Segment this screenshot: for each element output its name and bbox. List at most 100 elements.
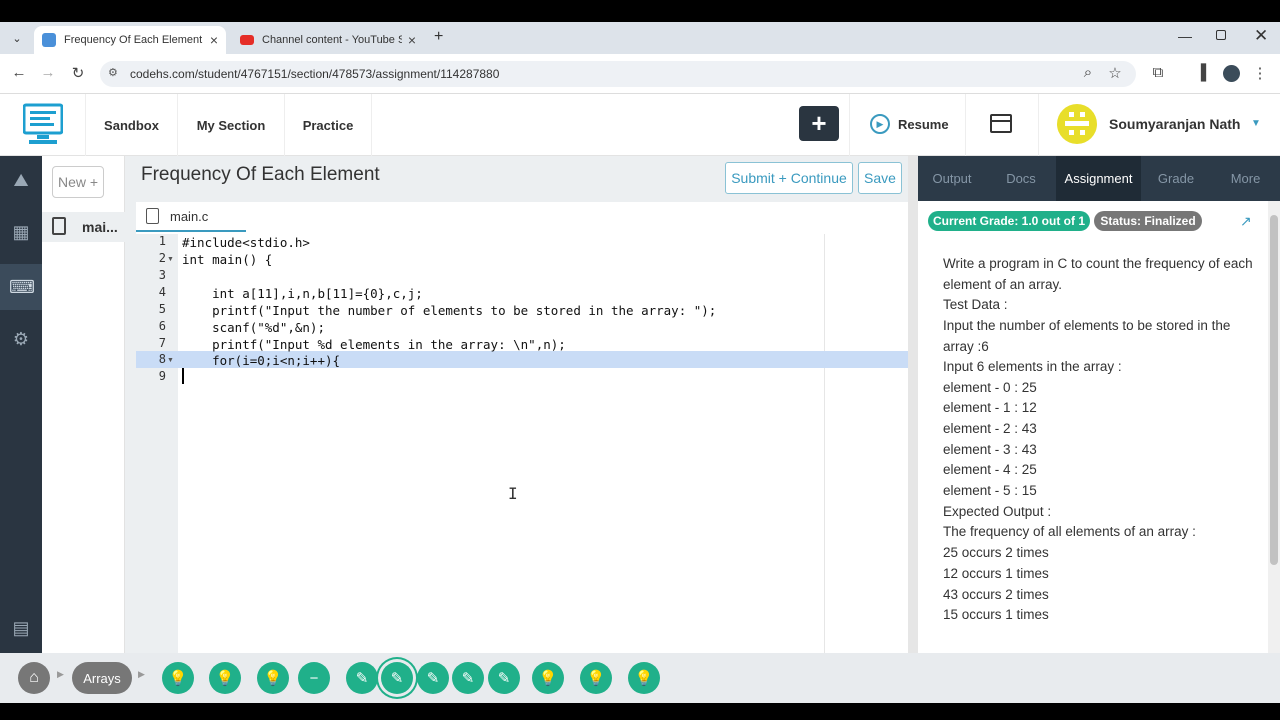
lightbulb-icon[interactable]: 💡 <box>162 662 194 694</box>
site-info-icon[interactable]: ⚙ <box>108 66 118 79</box>
description-text: 15 occurs 1 times <box>943 607 1049 622</box>
nav-practice[interactable]: Practice <box>285 94 372 156</box>
tab-assignment[interactable]: Assignment <box>1056 156 1141 201</box>
tab-docs[interactable]: Docs <box>987 156 1055 201</box>
browser-tab[interactable]: Channel content - YouTube Stu × <box>232 26 424 54</box>
play-icon: ▶ <box>870 114 890 134</box>
lightbulb-icon[interactable]: 💡 <box>580 662 612 694</box>
nav-sandbox[interactable]: Sandbox <box>86 94 178 156</box>
save-button[interactable]: Save <box>858 162 902 194</box>
code-line[interactable]: #include<stdio.h> <box>182 234 310 251</box>
top-bar <box>0 0 1280 22</box>
code-icon[interactable]: ⌨ <box>9 275 35 299</box>
pencil-icon[interactable]: ✎ <box>452 662 484 694</box>
resume-button[interactable]: Resume <box>898 117 949 132</box>
home-icon[interactable]: ⌂ <box>18 662 50 694</box>
menu-dots-icon[interactable]: ⋮ <box>1250 64 1270 82</box>
chevron-down-icon[interactable]: ▼ <box>1251 118 1261 129</box>
pencil-icon[interactable]: ✎ <box>346 662 378 694</box>
pencil-icon[interactable]: ✎ <box>488 662 520 694</box>
line-number: 5 <box>158 302 166 316</box>
new-file-button[interactable]: New + <box>52 166 104 198</box>
code-line[interactable]: scanf("%d",&n); <box>182 319 325 336</box>
reload-icon[interactable]: ↻ <box>68 64 88 82</box>
divider <box>1038 94 1039 156</box>
description-text: element - 1 : 12 <box>943 400 1037 415</box>
tab-output[interactable]: Output <box>918 156 986 201</box>
user-name[interactable]: Soumyaranjan Nath <box>1109 116 1240 132</box>
calendar-icon[interactable]: ▦ <box>9 220 33 244</box>
fold-arrow-icon[interactable]: ▼ <box>167 251 177 268</box>
lightbulb-icon[interactable]: 💡 <box>257 662 289 694</box>
tab-grade[interactable]: Grade <box>1142 156 1210 201</box>
maximize-icon[interactable] <box>1216 30 1226 40</box>
layout-icon[interactable]: ▤ <box>9 616 33 640</box>
description-text: Test Data : <box>943 297 1008 312</box>
url-field[interactable]: codehs.com/student/4767151/section/47857… <box>100 61 1136 87</box>
page-title: Frequency Of Each Element <box>141 164 380 185</box>
description-text: element - 0 : 25 <box>943 380 1037 395</box>
nav-my-section[interactable]: My Section <box>178 94 285 156</box>
section-pill[interactable]: Arrays <box>72 662 132 694</box>
divider <box>965 94 966 156</box>
code-line[interactable]: for(i=0;i<n;i++){ <box>182 352 340 369</box>
code-line[interactable]: int a[11],i,n,b[11]={0},c,j; <box>182 285 423 302</box>
close-icon[interactable]: × <box>210 32 218 48</box>
submit-continue-button[interactable]: Submit + Continue <box>725 162 853 194</box>
description-text: Input the number of elements to be store… <box>943 318 1231 354</box>
external-link-icon[interactable]: ↗ <box>1240 213 1252 230</box>
codehs-logo-icon <box>23 103 63 144</box>
map-icon[interactable]: ⛰ <box>9 168 33 192</box>
description-text: Input 6 elements in the array : <box>943 359 1122 374</box>
url-text: codehs.com/student/4767151/section/47857… <box>130 67 500 81</box>
line-number: 7 <box>158 336 166 350</box>
back-icon[interactable]: ← <box>9 64 29 81</box>
line-number: 8 <box>158 352 166 366</box>
zoom-icon[interactable]: ⌕ <box>1078 64 1098 81</box>
description-text: 25 occurs 2 times <box>943 545 1049 560</box>
pencil-icon[interactable]: ✎ <box>417 662 449 694</box>
sidepanel-icon[interactable]: ▐ <box>1191 64 1211 81</box>
lightbulb-icon[interactable]: 💡 <box>209 662 241 694</box>
logo-area[interactable] <box>0 94 86 156</box>
new-tab-icon[interactable]: + <box>434 28 443 46</box>
code-line[interactable]: printf("Input the number of elements to … <box>182 302 716 319</box>
profile-avatar-icon[interactable] <box>1223 65 1240 82</box>
minimize-icon[interactable]: — <box>1178 28 1192 44</box>
browser-tab-active[interactable]: Frequency Of Each Element | Co × <box>34 26 226 54</box>
codehs-favicon-icon <box>42 33 56 47</box>
line-number: 4 <box>158 285 166 299</box>
chevron-right-icon: ▶ <box>138 669 145 679</box>
pencil-icon[interactable]: ✎ <box>381 662 413 694</box>
text-cursor <box>182 368 184 384</box>
bookmark-star-icon[interactable]: ☆ <box>1105 64 1125 82</box>
lightbulb-icon[interactable]: 💡 <box>532 662 564 694</box>
gear-icon[interactable]: ⚙ <box>9 327 33 351</box>
lightbulb-icon[interactable]: 💡 <box>628 662 660 694</box>
close-icon[interactable]: × <box>408 32 416 48</box>
minus-icon[interactable]: − <box>298 662 330 694</box>
pane-splitter[interactable] <box>125 156 136 653</box>
divider <box>849 94 850 156</box>
window-layout-icon[interactable] <box>990 114 1012 133</box>
user-avatar[interactable] <box>1057 104 1097 144</box>
line-number: 3 <box>158 268 166 282</box>
right-splitter[interactable] <box>908 156 918 653</box>
forward-icon[interactable]: → <box>38 64 58 81</box>
description-text: 12 occurs 1 times <box>943 566 1049 581</box>
extensions-icon[interactable]: ⧉ <box>1148 64 1168 81</box>
tab-search-icon[interactable]: ⌄ <box>8 30 26 48</box>
description-text: The frequency of all elements of an arra… <box>943 524 1196 539</box>
bottom-letterbox <box>0 703 1280 720</box>
avatar-pattern-icon <box>1065 112 1089 135</box>
create-button[interactable]: + <box>799 106 839 141</box>
window-close-icon[interactable]: ✕ <box>1254 26 1268 46</box>
fold-arrow-icon[interactable]: ▼ <box>167 352 177 369</box>
scrollbar-thumb[interactable] <box>1270 215 1278 565</box>
youtube-favicon-icon <box>240 35 254 45</box>
tab-more[interactable]: More <box>1211 156 1280 201</box>
code-line[interactable]: int main() { <box>182 251 272 268</box>
line-number: 1 <box>158 234 166 248</box>
code-line[interactable]: printf("Input %d elements in the array: … <box>182 336 566 353</box>
tab-title: Channel content - YouTube Stu <box>262 34 402 46</box>
